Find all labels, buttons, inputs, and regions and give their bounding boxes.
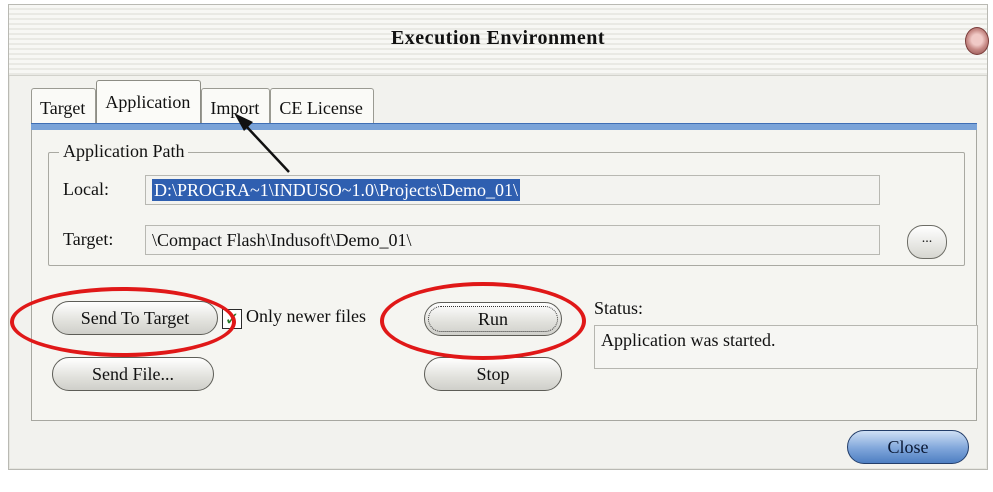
- send-to-target-button[interactable]: Send To Target: [52, 301, 218, 335]
- run-button[interactable]: Run: [424, 302, 562, 336]
- only-newer-files-checkbox[interactable]: ✓: [222, 309, 242, 329]
- tab-bar: Target Application Import CE License: [31, 80, 374, 125]
- window-title: Execution Environment: [390, 27, 606, 49]
- stop-button[interactable]: Stop: [424, 357, 562, 391]
- dialog-footer: Close: [31, 420, 977, 468]
- target-path-field[interactable]: \Compact Flash\Indusoft\Demo_01\: [145, 225, 880, 255]
- only-newer-files-label[interactable]: Only newer files: [246, 306, 366, 327]
- target-label: Target:: [63, 229, 114, 249]
- tab-application[interactable]: Application: [96, 80, 202, 123]
- browse-button[interactable]: ...: [907, 225, 947, 259]
- local-label: Local:: [63, 179, 109, 199]
- local-path-field[interactable]: D:\PROGRA~1\INDUSO~1.0\Projects\Demo_01\: [145, 175, 880, 205]
- tab-target[interactable]: Target: [31, 88, 97, 125]
- tab-import[interactable]: Import: [201, 88, 271, 125]
- application-path-group: Application Path Local: D:\PROGRA~1\INDU…: [48, 141, 965, 266]
- close-button[interactable]: Close: [847, 430, 969, 464]
- send-file-button[interactable]: Send File...: [52, 357, 214, 391]
- application-tab-panel: Application Path Local: D:\PROGRA~1\INDU…: [31, 130, 978, 421]
- close-orb-icon[interactable]: [965, 27, 989, 55]
- title-bar: Execution Environment: [9, 5, 989, 76]
- execution-environment-window: Execution Environment Target Application…: [8, 4, 989, 470]
- application-path-label: Application Path: [59, 141, 189, 162]
- status-label: Status:: [594, 298, 644, 318]
- status-box: Application was started.: [594, 325, 978, 369]
- local-path-value: D:\PROGRA~1\INDUSO~1.0\Projects\Demo_01\: [152, 179, 520, 201]
- tab-ce-license[interactable]: CE License: [270, 88, 374, 125]
